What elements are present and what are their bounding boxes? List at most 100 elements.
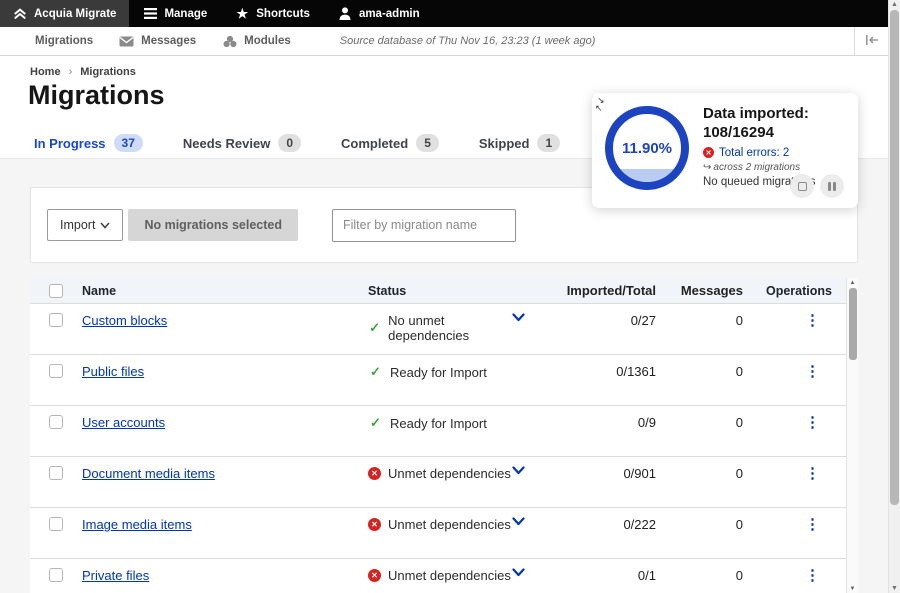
select-all-checkbox[interactable]	[49, 284, 63, 298]
header-operations: Operations	[747, 284, 846, 298]
operations-menu-icon[interactable]: ⋮	[805, 568, 820, 583]
page-scrollbar[interactable]: ▲ ▼	[888, 0, 900, 593]
imported-total-value: 0/1361	[552, 364, 660, 379]
operations-menu-icon[interactable]: ⋮	[805, 415, 820, 430]
row-checkbox[interactable]	[49, 517, 63, 531]
header-imported-total: Imported/Total	[552, 283, 660, 298]
tab-skipped[interactable]: Skipped 1	[475, 128, 564, 158]
star-icon: ★	[235, 7, 249, 21]
toolbar-item-modules[interactable]: Modules	[209, 27, 304, 55]
brand-label: Acquia Migrate	[34, 8, 116, 20]
modules-label: Modules	[244, 35, 291, 47]
shortcuts-menu[interactable]: ★ Shortcuts	[221, 0, 324, 27]
table-row: Private files ✕ Unmet dependencies 0/1 0…	[30, 558, 858, 593]
data-imported-value: 108/16294	[703, 124, 851, 143]
status-chevron-down-icon[interactable]	[512, 313, 525, 322]
page-scroll-down-icon[interactable]: ▼	[889, 585, 900, 592]
imported-total-value: 0/222	[552, 517, 660, 532]
source-database-note: Source database of Thu Nov 16, 23:23 (1 …	[340, 35, 596, 47]
operations-menu-icon[interactable]: ⋮	[805, 313, 820, 328]
migration-name-link[interactable]: Private files	[82, 568, 149, 583]
toolbar-item-migrations[interactable]: Migrations	[0, 27, 106, 55]
table-scrollbar[interactable]: ▲ ▼	[846, 278, 858, 593]
operations-menu-icon[interactable]: ⋮	[805, 517, 820, 532]
migration-name-link[interactable]: Image media items	[82, 517, 192, 532]
messages-count: 0	[660, 568, 747, 583]
page-scroll-up-icon[interactable]: ▲	[889, 1, 900, 8]
messages-label: Messages	[141, 35, 196, 47]
tab-label: Completed	[341, 136, 408, 151]
row-checkbox[interactable]	[49, 568, 63, 582]
progress-card-buttons	[790, 174, 844, 198]
migration-name-link[interactable]: Public files	[82, 364, 144, 379]
table-row: Image media items ✕ Unmet dependencies 0…	[30, 507, 858, 558]
messages-count: 0	[660, 466, 747, 481]
messages-count: 0	[660, 313, 747, 328]
row-checkbox[interactable]	[49, 364, 63, 378]
import-label: Import	[60, 218, 95, 232]
chevron-down-icon	[100, 218, 110, 232]
status-text: Unmet dependencies	[388, 568, 511, 583]
shortcuts-label: Shortcuts	[256, 8, 310, 20]
page-scrollbar-thumb[interactable]	[890, 10, 899, 505]
scroll-up-icon[interactable]: ▲	[847, 280, 858, 286]
migrate-toolbar: Migrations Messages Modules Source datab…	[0, 27, 888, 56]
header-name: Name	[82, 284, 368, 298]
breadcrumb-current: Migrations	[80, 66, 136, 78]
row-checkbox[interactable]	[49, 313, 63, 327]
status-chevron-down-icon[interactable]	[512, 517, 525, 526]
imported-total-value: 0/1	[552, 568, 660, 583]
page-title: Migrations	[28, 80, 165, 111]
acquia-migrate-menu[interactable]: Acquia Migrate	[0, 0, 129, 27]
grid-icon	[13, 34, 28, 49]
import-dropdown-button[interactable]: Import	[47, 209, 123, 241]
progress-ring: 11.90%	[605, 106, 689, 190]
tab-completed[interactable]: Completed 5	[337, 128, 443, 158]
tab-count-badge: 5	[416, 134, 439, 152]
header-status: Status	[368, 284, 512, 298]
hook-arrow-icon: ↪	[703, 162, 711, 173]
migration-name-link[interactable]: User accounts	[82, 415, 165, 430]
migration-name-link[interactable]: Custom blocks	[82, 313, 167, 328]
stop-icon	[798, 182, 807, 191]
stop-button[interactable]	[790, 174, 814, 198]
pause-button[interactable]	[820, 174, 844, 198]
migration-filter-input[interactable]	[332, 209, 516, 242]
username-label: ama-admin	[359, 8, 420, 20]
status-chevron-down-icon[interactable]	[512, 568, 525, 577]
table-header-row: Name Status Imported/Total Messages Oper…	[30, 278, 858, 303]
scroll-down-icon[interactable]: ▼	[847, 586, 858, 592]
toolbar-collapse-button[interactable]	[854, 27, 888, 55]
messages-count: 0	[660, 415, 747, 430]
operations-menu-icon[interactable]: ⋮	[805, 364, 820, 379]
operations-menu-icon[interactable]: ⋮	[805, 466, 820, 481]
table-scrollbar-thumb[interactable]	[849, 288, 857, 360]
envelope-icon	[119, 34, 134, 49]
toolbar-item-messages[interactable]: Messages	[106, 27, 209, 55]
error-icon: ✕	[703, 147, 714, 158]
across-migrations-note: ↪across 2 migrations	[703, 162, 851, 173]
tab-count-badge: 0	[278, 134, 301, 152]
migrations-label: Migrations	[35, 35, 93, 47]
imported-total-value: 0/9	[552, 415, 660, 430]
total-errors-link[interactable]: Total errors: 2	[719, 147, 789, 159]
status-icon: ✓	[368, 364, 383, 380]
status-text: Unmet dependencies	[388, 466, 511, 481]
status-text: Unmet dependencies	[388, 517, 511, 532]
row-checkbox[interactable]	[49, 415, 63, 429]
tab-needs-review[interactable]: Needs Review 0	[179, 128, 305, 158]
manage-menu[interactable]: Manage	[129, 0, 221, 27]
status-chevron-down-icon[interactable]	[512, 466, 525, 475]
tab-label: Needs Review	[183, 136, 270, 151]
tab-in-progress[interactable]: In Progress 37	[30, 128, 147, 158]
migration-name-link[interactable]: Document media items	[82, 466, 215, 481]
breadcrumb-home-link[interactable]: Home	[30, 66, 61, 78]
no-migrations-selected-button[interactable]: No migrations selected	[128, 209, 298, 241]
import-progress-card: ↘↖ 11.90% Data imported: 108/16294 ✕ Tot…	[592, 93, 858, 208]
collapse-card-icon[interactable]: ↘↖	[597, 96, 613, 114]
status-icon: ✕	[368, 518, 381, 531]
status-icon: ✕	[368, 569, 381, 582]
row-checkbox[interactable]	[49, 466, 63, 480]
user-account-menu[interactable]: ama-admin	[324, 0, 434, 27]
total-errors-row: ✕ Total errors: 2	[703, 147, 851, 159]
